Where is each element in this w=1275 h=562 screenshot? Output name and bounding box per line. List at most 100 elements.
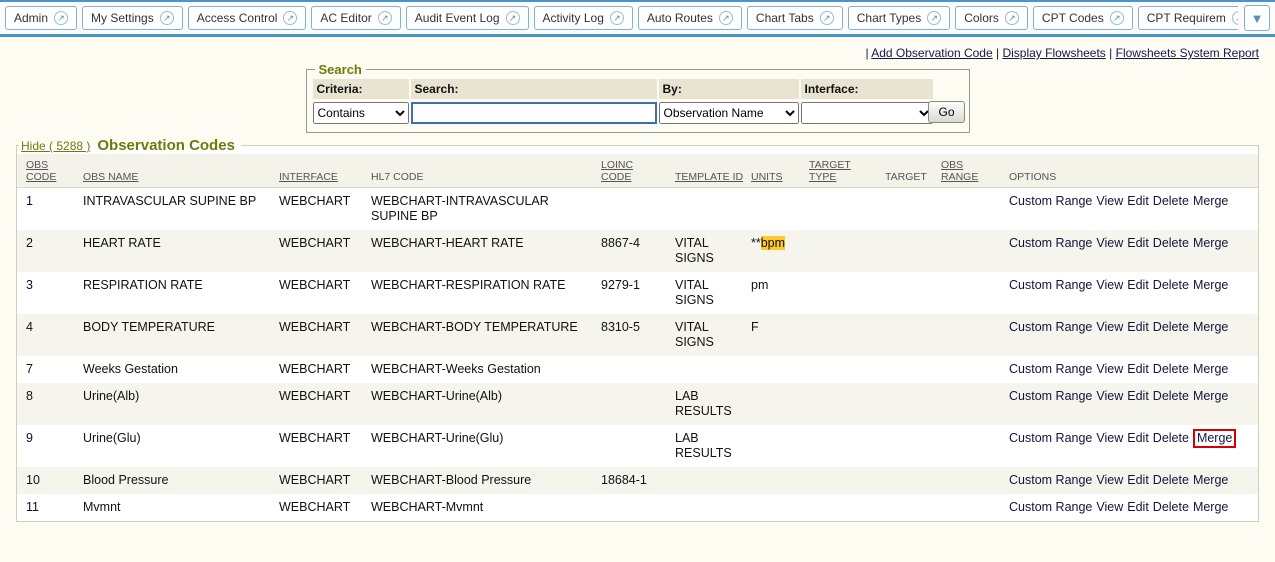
tab-auto-routes[interactable]: Auto Routes↗ [638,6,742,30]
go-button[interactable]: Go [928,101,964,123]
search-input[interactable] [411,102,657,124]
tab-chart-types[interactable]: Chart Types↗ [848,6,950,30]
column-header-units[interactable]: UNITS [747,154,805,188]
option-edit[interactable]: Edit [1127,320,1149,335]
loinc-code-cell [597,356,671,383]
open-in-window-icon[interactable]: ↗ [506,11,520,25]
option-delete[interactable]: Delete [1153,320,1189,335]
option-view[interactable]: View [1096,278,1123,293]
option-view[interactable]: View [1096,236,1123,251]
column-sort-link[interactable]: TEMPLATE ID [675,171,743,183]
column-header-template-id[interactable]: TEMPLATE ID [671,154,747,188]
tab-cpt-codes[interactable]: CPT Codes↗ [1033,6,1133,30]
tab-activity-log[interactable]: Activity Log↗ [534,6,633,30]
open-in-window-icon[interactable]: ↗ [378,11,392,25]
tab-my-settings[interactable]: My Settings↗ [82,6,183,30]
open-in-window-icon[interactable]: ↗ [1005,11,1019,25]
option-view[interactable]: View [1096,320,1123,335]
option-delete[interactable]: Delete [1153,473,1189,488]
option-custom-range[interactable]: Custom Range [1009,194,1092,209]
open-in-window-icon[interactable]: ↗ [610,11,624,25]
open-in-window-icon[interactable]: ↗ [283,11,297,25]
option-custom-range[interactable]: Custom Range [1009,500,1092,515]
by-select[interactable]: Observation Name [659,102,799,124]
option-custom-range[interactable]: Custom Range [1009,362,1092,377]
criteria-select[interactable]: Contains [313,102,409,124]
tab-colors[interactable]: Colors↗ [955,6,1028,30]
option-merge[interactable]: Merge [1193,389,1228,404]
option-custom-range[interactable]: Custom Range [1009,278,1092,293]
column-sort-link[interactable]: TARGET TYPE [809,159,851,183]
column-header-obs-range[interactable]: OBS RANGE [937,154,1005,188]
tab-ac-editor[interactable]: AC Editor↗ [311,6,400,30]
option-edit[interactable]: Edit [1127,389,1149,404]
tab-chart-tabs[interactable]: Chart Tabs↗ [747,6,843,30]
obs-name-cell: INTRAVASCULAR SUPINE BP [79,188,275,231]
column-header-obs-code[interactable]: OBS CODE [17,154,79,188]
option-merge[interactable]: Merge [1193,473,1228,488]
option-merge[interactable]: Merge [1193,429,1236,448]
option-delete[interactable]: Delete [1153,431,1189,446]
option-view[interactable]: View [1096,194,1123,209]
options-cell: Custom Range View Edit Delete Merge [1005,314,1258,356]
option-edit[interactable]: Edit [1127,500,1149,515]
option-delete[interactable]: Delete [1153,236,1189,251]
column-header-loinc-code[interactable]: LOINC CODE [597,154,671,188]
column-sort-link[interactable]: LOINC CODE [601,159,633,183]
column-sort-link[interactable]: OBS NAME [83,171,138,183]
open-in-window-icon[interactable]: ↗ [54,11,68,25]
option-edit[interactable]: Edit [1127,236,1149,251]
open-in-window-icon[interactable]: ↗ [927,11,941,25]
column-sort-link[interactable]: UNITS [751,171,783,183]
tab-overflow-button[interactable]: ▼ [1244,5,1270,31]
option-view[interactable]: View [1096,431,1123,446]
tab-audit-event-log[interactable]: Audit Event Log↗ [406,6,529,30]
option-merge[interactable]: Merge [1193,194,1228,209]
option-merge[interactable]: Merge [1193,500,1228,515]
open-in-window-icon[interactable]: ↗ [1232,11,1238,25]
option-view[interactable]: View [1096,389,1123,404]
column-header-target-type[interactable]: TARGET TYPE [805,154,881,188]
option-view[interactable]: View [1096,473,1123,488]
column-header-interface[interactable]: INTERFACE [275,154,367,188]
column-sort-link[interactable]: INTERFACE [279,171,338,183]
open-in-window-icon[interactable]: ↗ [1110,11,1124,25]
option-merge[interactable]: Merge [1193,362,1228,377]
option-merge[interactable]: Merge [1193,236,1228,251]
open-in-window-icon[interactable]: ↗ [719,11,733,25]
tab-cpt-requirem[interactable]: CPT Requirem↗ [1138,6,1238,30]
option-delete[interactable]: Delete [1153,389,1189,404]
option-edit[interactable]: Edit [1127,194,1149,209]
option-merge[interactable]: Merge [1193,278,1228,293]
link-flowsheets-system-report[interactable]: Flowsheets System Report [1116,46,1259,60]
option-edit[interactable]: Edit [1127,362,1149,377]
option-view[interactable]: View [1096,362,1123,377]
option-edit[interactable]: Edit [1127,431,1149,446]
link-display-flowsheets[interactable]: Display Flowsheets [1002,46,1105,60]
option-edit[interactable]: Edit [1127,278,1149,293]
option-custom-range[interactable]: Custom Range [1009,473,1092,488]
interface-select[interactable] [801,102,933,124]
hide-link[interactable]: Hide ( 5288 ) [21,139,90,153]
option-custom-range[interactable]: Custom Range [1009,389,1092,404]
option-delete[interactable]: Delete [1153,362,1189,377]
column-sort-link[interactable]: OBS CODE [26,159,56,183]
open-in-window-icon[interactable]: ↗ [820,11,834,25]
option-delete[interactable]: Delete [1153,278,1189,293]
column-header-obs-name[interactable]: OBS NAME [79,154,275,188]
tab-access-control[interactable]: Access Control↗ [188,6,307,30]
column-sort-link[interactable]: OBS RANGE [941,159,978,183]
link-add-observation-code[interactable]: Add Observation Code [871,46,992,60]
interface-cell: WEBCHART [275,467,367,494]
option-custom-range[interactable]: Custom Range [1009,236,1092,251]
option-edit[interactable]: Edit [1127,473,1149,488]
option-delete[interactable]: Delete [1153,500,1189,515]
option-custom-range[interactable]: Custom Range [1009,431,1092,446]
open-in-window-icon[interactable]: ↗ [160,11,174,25]
option-view[interactable]: View [1096,500,1123,515]
option-custom-range[interactable]: Custom Range [1009,320,1092,335]
tab-admin[interactable]: Admin↗ [5,6,77,30]
table-body: 1INTRAVASCULAR SUPINE BPWEBCHARTWEBCHART… [17,188,1258,522]
option-delete[interactable]: Delete [1153,194,1189,209]
option-merge[interactable]: Merge [1193,320,1228,335]
